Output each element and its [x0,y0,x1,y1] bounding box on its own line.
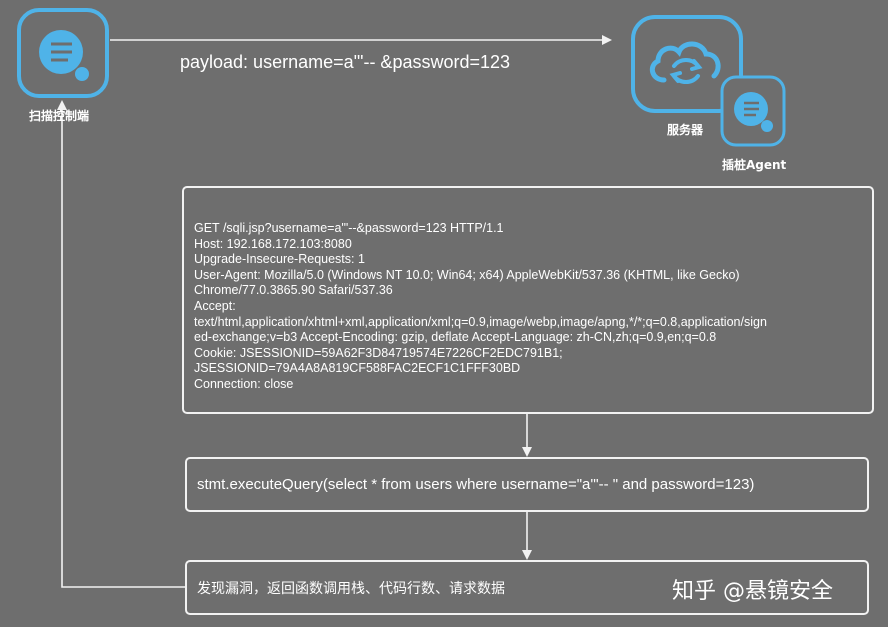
request-line: text/html,application/xhtml+xml,applicat… [194,314,767,329]
http-request-box: GET /sqli.jsp?username=a'"--&password=12… [182,186,874,414]
request-line: Cookie: JSESSIONID=59A62F3D84719574E7226… [194,345,563,360]
payload-text: payload: username=a'"-- &password=123 [180,52,511,72]
search-app-icon [17,8,109,98]
request-line: Host: 192.168.172.103:8080 [194,236,352,251]
request-line: User-Agent: Mozilla/5.0 (Windows NT 10.0… [194,267,740,282]
request-line: JSESSIONID=79A4A8A819CF588FAC2ECF1C1FFF3… [194,361,521,376]
result-text: 发现漏洞，返回函数调用栈、代码行数、请求数据 [197,580,505,597]
flow-diagram: 扫描控制端 服务器 插桩Agent payload: username=a'"-… [0,0,888,627]
sql-query-text: stmt.executeQuery(select * from users wh… [197,476,755,493]
arrow-result-to-scanner [57,100,185,588]
request-line: Connection: close [194,376,294,391]
request-line: ed-exchange;v=b3 Accept-Encoding: gzip, … [194,330,717,345]
scanner-label: 扫描控制端 [29,109,90,123]
server-label: 服务器 [667,123,704,137]
request-line: Upgrade-Insecure-Requests: 1 [194,252,365,267]
request-line: GET /sqli.jsp?username=a'"--&password=12… [194,221,504,235]
request-line: Accept: [194,298,236,313]
watermark: 知乎 @悬镜安全 [672,579,833,604]
search-app-icon [720,75,786,147]
request-line: Chrome/77.0.3865.90 Safari/537.36 [194,283,393,298]
sql-query-box: stmt.executeQuery(select * from users wh… [185,457,869,512]
agent-label: 插桩Agent [722,158,787,172]
